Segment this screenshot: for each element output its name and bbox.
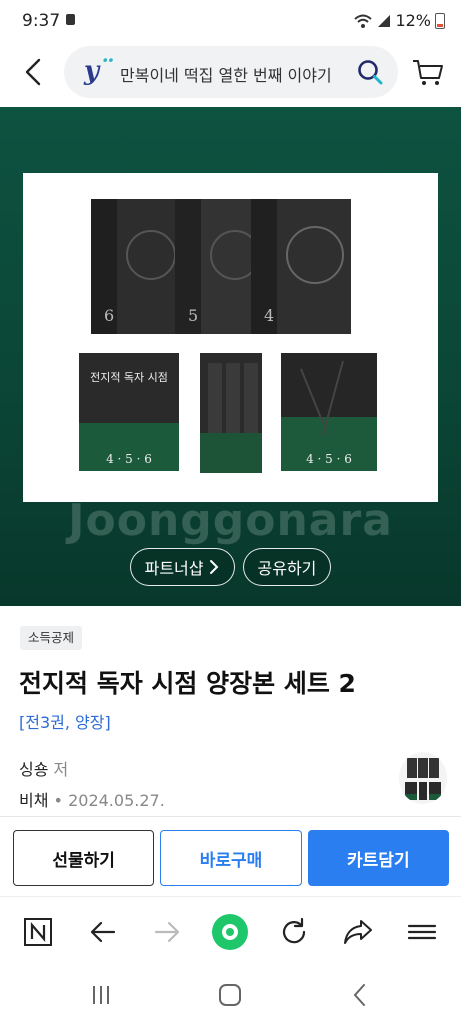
separator-dot: •	[53, 791, 63, 810]
buy-now-button[interactable]: 바로구매	[160, 830, 302, 886]
search-box[interactable]: y¨ 만복이네 떡집 열한 번째 이야기	[64, 46, 398, 98]
naver-home-icon[interactable]	[21, 915, 55, 949]
product-title: 전지적 독자 시점 양장본 세트 2	[19, 669, 356, 698]
home-icon[interactable]	[216, 981, 244, 1009]
browser-forward-icon[interactable]	[150, 915, 184, 949]
app-header: y¨ 만복이네 떡집 열한 번째 이야기	[0, 42, 461, 104]
svg-text:4: 4	[264, 306, 274, 325]
product-subtitle[interactable]: [전3권, 양장]	[19, 709, 111, 733]
search-input[interactable]: 만복이네 떡집 열한 번째 이야기	[120, 62, 346, 86]
chevron-left-icon	[25, 58, 41, 86]
share-icon[interactable]	[341, 915, 375, 949]
book-thumbnail-image	[405, 758, 441, 800]
wifi-icon	[354, 14, 373, 28]
author-line: 싱숑 저	[19, 756, 68, 780]
browser-back-icon[interactable]	[86, 915, 120, 949]
action-bar: 선물하기 바로구매 카트담기	[13, 830, 449, 886]
status-bar: 9:37 12%	[0, 0, 461, 42]
product-hero: 6 5 4 전지적 독자 시점 4 · 5 · 6 4 · 5 · 6 Joon…	[0, 107, 461, 606]
partner-shop-button[interactable]: 파트너샵	[129, 548, 235, 586]
publisher-line: 비채 • 2024.05.27.	[19, 787, 165, 811]
battery-percent: 12%	[395, 11, 431, 30]
book-6: 6	[91, 199, 187, 334]
book-set-illustration: 6 5 4 전지적 독자 시점 4 · 5 · 6 4 · 5 · 6	[79, 199, 377, 473]
svg-text:6: 6	[104, 306, 114, 325]
svg-text:4 · 5 · 6: 4 · 5 · 6	[306, 452, 352, 466]
product-image[interactable]: 6 5 4 전지적 독자 시점 4 · 5 · 6 4 · 5 · 6	[23, 173, 438, 502]
author-thumbnail[interactable]	[399, 752, 447, 804]
svg-text:4 · 5 · 6: 4 · 5 · 6	[106, 452, 152, 466]
divider	[0, 816, 461, 817]
menu-icon[interactable]	[405, 915, 439, 949]
back-button[interactable]	[14, 52, 54, 92]
chevron-right-icon	[209, 560, 218, 574]
status-time: 9:37	[22, 11, 61, 31]
svg-text:전지적 독자 시점: 전지적 독자 시점	[90, 371, 168, 384]
watermark: Joonggonara	[68, 495, 393, 546]
slipcase-right: 4 · 5 · 6	[281, 353, 377, 471]
slipcase-middle	[200, 353, 262, 473]
publish-date: 2024.05.27.	[68, 791, 165, 810]
hero-buttons: 파트너샵 공유하기	[0, 548, 461, 586]
author-name[interactable]: 싱숑	[19, 760, 48, 779]
cart-icon	[413, 60, 443, 85]
gift-button[interactable]: 선물하기	[13, 830, 155, 886]
search-icon[interactable]	[356, 58, 384, 86]
share-button[interactable]: 공유하기	[242, 548, 332, 586]
yes24-logo: y¨	[84, 56, 113, 86]
share-label: 공유하기	[257, 559, 317, 578]
svg-text:5: 5	[188, 306, 198, 325]
author-suffix: 저	[53, 760, 69, 779]
browser-toolbar	[0, 896, 461, 966]
income-deduction-badge: 소득공제	[20, 626, 83, 650]
status-right: 12%	[353, 11, 445, 30]
recent-apps-icon[interactable]	[87, 981, 115, 1009]
refresh-icon[interactable]	[277, 915, 311, 949]
book-4: 4	[251, 199, 351, 334]
battery-icon	[435, 12, 445, 29]
slipcase-left: 전지적 독자 시점 4 · 5 · 6	[79, 353, 179, 471]
naver-green-dot-icon[interactable]	[211, 913, 249, 951]
system-nav-bar	[0, 966, 461, 1024]
add-to-cart-button[interactable]: 카트담기	[307, 830, 449, 886]
notification-icon	[66, 14, 75, 25]
publisher-name[interactable]: 비채	[19, 791, 48, 810]
cart-button[interactable]	[411, 56, 445, 88]
signal-icon	[378, 14, 391, 27]
partner-shop-label: 파트너샵	[144, 559, 204, 578]
system-back-icon[interactable]	[346, 981, 374, 1009]
